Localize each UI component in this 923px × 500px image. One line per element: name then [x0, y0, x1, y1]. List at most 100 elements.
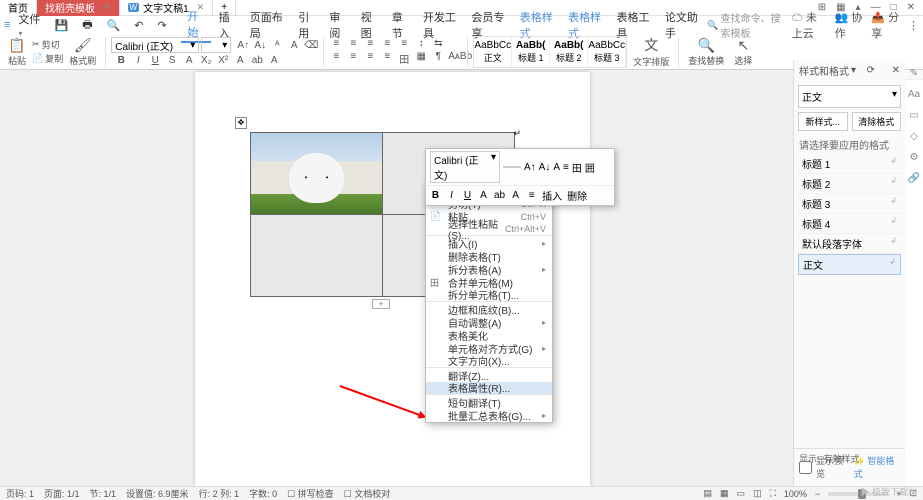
- side-style-icon[interactable]: Aa: [908, 89, 920, 100]
- tab-templates[interactable]: 找稻壳模板✕: [37, 0, 120, 16]
- text-effect[interactable]: A: [233, 55, 247, 66]
- view-fullscreen-icon[interactable]: ⛶: [770, 488, 776, 499]
- pane-refresh-icon[interactable]: ⟳: [867, 65, 875, 76]
- style-gallery[interactable]: AaBbCc正文 AaBb(标题 1 AaBb(标题 2 AaBbCc标题 3: [473, 36, 627, 68]
- style-list-item[interactable]: 正文↲: [798, 254, 901, 275]
- status-position[interactable]: 设置值: 6.9厘米: [126, 487, 189, 500]
- style-h3[interactable]: AaBbCc标题 3: [588, 37, 626, 67]
- status-wordcount[interactable]: 字数: 0: [249, 487, 277, 500]
- cut-button[interactable]: ✂ 剪切: [32, 38, 63, 51]
- qat-preview[interactable]: 🔍: [101, 18, 127, 33]
- sort[interactable]: ⇆: [431, 38, 445, 49]
- phonetic-guide[interactable]: ⌫: [304, 40, 318, 51]
- clear-format[interactable]: A: [287, 40, 301, 51]
- shrink-font[interactable]: A↓: [253, 40, 267, 51]
- font-size-combo[interactable]: ▾: [201, 37, 231, 53]
- font-name-combo[interactable]: Calibri (正文)▾: [111, 37, 199, 53]
- table-add-row[interactable]: +: [372, 299, 390, 309]
- zoom-value[interactable]: 100%: [784, 489, 807, 499]
- share-button[interactable]: 📤 分享: [871, 9, 900, 41]
- mini-shrink-font[interactable]: A↓: [539, 162, 551, 173]
- ctx-item[interactable]: 自动调整(A)▸: [426, 316, 552, 329]
- side-shape-icon[interactable]: ◇: [910, 131, 918, 142]
- superscript[interactable]: X²: [216, 55, 230, 66]
- ctx-item[interactable]: 拆分单元格(T)...: [426, 289, 552, 302]
- zoom-out[interactable]: −: [815, 489, 820, 499]
- ctx-item[interactable]: 选择性粘贴(S)...Ctrl+Alt+V: [426, 223, 552, 236]
- side-select-icon[interactable]: ▭: [909, 110, 918, 121]
- style-h2[interactable]: AaBb(标题 2: [550, 37, 588, 67]
- highlight[interactable]: ab: [250, 55, 264, 66]
- align-left[interactable]: ≡: [329, 51, 343, 66]
- tab-templates-close[interactable]: ✕: [103, 2, 111, 13]
- mini-font-name[interactable]: Calibri (正文)▾: [430, 151, 500, 183]
- husky-image[interactable]: [251, 133, 382, 214]
- mini-highlight[interactable]: ab: [494, 190, 505, 201]
- ctx-item[interactable]: 文字方向(X)...: [426, 355, 552, 368]
- style-list-item[interactable]: 标题 2↲: [798, 174, 901, 194]
- mini-merge[interactable]: ≡: [526, 190, 537, 201]
- align-right[interactable]: ≡: [363, 51, 377, 66]
- mini-underline[interactable]: U: [462, 190, 473, 201]
- line-spacing[interactable]: ↕: [414, 38, 428, 49]
- grow-font[interactable]: A↑: [236, 40, 250, 51]
- status-section[interactable]: 节: 1/1: [90, 487, 117, 500]
- tabs[interactable]: AᴀBb: [448, 51, 462, 66]
- shading[interactable]: ▦: [414, 51, 428, 66]
- mini-font-size[interactable]: [503, 166, 521, 168]
- file-menu[interactable]: 文件: [12, 10, 46, 40]
- table-cell-2-1[interactable]: [251, 215, 383, 297]
- qat-print[interactable]: 🖶: [76, 15, 98, 36]
- side-edit-icon[interactable]: ✎: [910, 68, 918, 79]
- format-painter[interactable]: 🖌格式刷: [65, 37, 100, 67]
- ctx-item[interactable]: 批量汇总表格(G)...▸: [426, 409, 552, 422]
- mini-grow-font[interactable]: A↑: [524, 162, 536, 173]
- copy-button[interactable]: 📄 复制: [32, 52, 63, 65]
- status-rowcol[interactable]: 行: 2 列: 1: [199, 487, 240, 500]
- cloud-status[interactable]: ☁ 未上云: [792, 9, 827, 41]
- style-list-item[interactable]: 标题 1↲: [798, 154, 901, 174]
- qat-save[interactable]: 💾: [49, 18, 75, 33]
- subscript[interactable]: X₂: [199, 55, 213, 66]
- style-list-item[interactable]: 标题 3↲: [798, 194, 901, 214]
- clear-format-button[interactable]: 清除格式: [852, 112, 902, 131]
- ctx-item[interactable]: 表格属性(R)...: [426, 382, 552, 395]
- change-case[interactable]: ᴬ: [270, 40, 284, 51]
- smart-format-link[interactable]: ✨ 智能格式: [854, 454, 900, 480]
- mini-align[interactable]: ≡: [563, 162, 569, 173]
- mini-bold[interactable]: B: [430, 190, 441, 201]
- view-outline-icon[interactable]: ▦: [720, 488, 729, 499]
- app-menu-icon[interactable]: ≡: [4, 19, 10, 31]
- status-spellcheck[interactable]: ☐ 拼写检查: [287, 487, 334, 500]
- table-cell-1-1[interactable]: [251, 133, 383, 215]
- paste-button[interactable]: 📋粘贴: [4, 37, 30, 67]
- strike-button[interactable]: S: [165, 55, 179, 66]
- style-list-item[interactable]: 标题 4↲: [798, 214, 901, 234]
- current-style-box[interactable]: 正文▾: [798, 85, 901, 108]
- mini-delete[interactable]: 删除: [567, 188, 587, 203]
- status-page-num[interactable]: 页码: 1: [6, 487, 34, 500]
- inc-indent[interactable]: ≡: [397, 38, 411, 49]
- outline[interactable]: ≡: [363, 38, 377, 49]
- mini-borders[interactable]: 田: [572, 160, 582, 175]
- mini-table-icon[interactable]: 囲: [585, 160, 595, 175]
- menubar-more[interactable]: ⋮: [908, 19, 919, 32]
- find-replace[interactable]: 🔍查找替换: [684, 37, 728, 67]
- style-list-item[interactable]: 默认段落字体↲: [798, 234, 901, 254]
- side-link-icon[interactable]: 🔗: [908, 173, 920, 184]
- text-layout[interactable]: 文文字排版: [629, 35, 673, 68]
- select-menu[interactable]: ↖选择: [730, 37, 756, 67]
- mini-font-color[interactable]: A: [478, 190, 489, 201]
- status-doccheck[interactable]: ☐ 文档校对: [344, 487, 391, 500]
- view-read-icon[interactable]: ◫: [753, 488, 762, 499]
- pane-close-icon[interactable]: ✕: [892, 65, 900, 76]
- font-color[interactable]: A: [182, 55, 196, 66]
- show-preview-checkbox[interactable]: [799, 461, 812, 474]
- borders[interactable]: 田: [397, 51, 411, 66]
- mini-insert[interactable]: 插入: [542, 188, 562, 203]
- mini-outline[interactable]: A: [510, 190, 521, 201]
- view-web-icon[interactable]: ▭: [737, 488, 746, 499]
- qat-redo[interactable]: ↷: [152, 18, 173, 33]
- status-pages[interactable]: 页面: 1/1: [44, 487, 80, 500]
- mini-font-fx[interactable]: A: [553, 162, 560, 173]
